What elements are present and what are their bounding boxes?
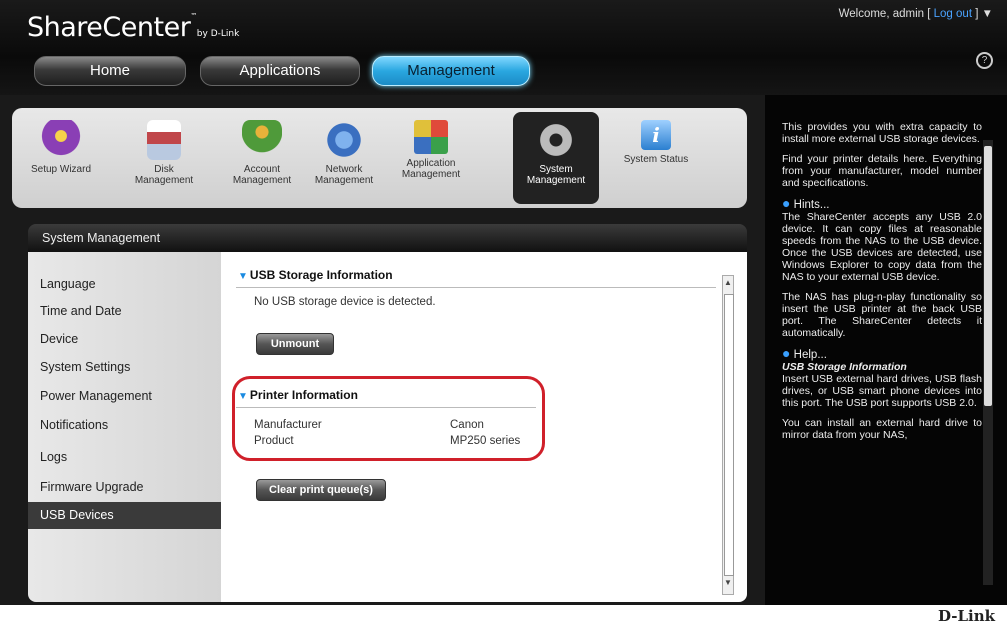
wizard-icon (41, 120, 81, 160)
content-scrollbar[interactable]: ▲ ▼ (722, 275, 734, 595)
network-icon (324, 120, 364, 160)
system-icon (536, 120, 576, 160)
network-management-button[interactable]: Network Management (306, 112, 382, 204)
logo-text: ShareCenter (27, 12, 191, 43)
user-menu-toggle[interactable]: ] ▼ (975, 8, 993, 20)
usb-storage-heading-text: USB Storage Information (249, 268, 393, 282)
scroll-down-icon[interactable]: ▼ (723, 578, 733, 592)
usb-storage-heading[interactable]: ▼ USB Storage Information (238, 268, 393, 282)
management-icon-bar: Setup Wizard Disk Management Account Man… (12, 108, 747, 208)
help-paragraph: The ShareCenter accepts any USB 2.0 devi… (782, 211, 982, 283)
help-panel: This provides you with extra capacity to… (782, 121, 982, 449)
welcome-label: Welcome, admin [ (838, 8, 931, 20)
icon-label: Setup Wizard (30, 164, 92, 175)
menu-item-firmware-upgrade[interactable]: Firmware Upgrade (28, 474, 221, 501)
left-menu: Language Time and Date Device System Set… (28, 252, 221, 602)
hints-title: Hints... (793, 199, 830, 211)
icon-label-2: Management (314, 175, 374, 186)
welcome-text: Welcome, admin [ Log out ] ▼ (839, 8, 993, 20)
help-icon[interactable]: ? (976, 52, 993, 69)
menu-item-system-settings[interactable]: System Settings (28, 354, 221, 381)
scroll-thumb[interactable] (724, 294, 734, 576)
help-title: Help... (793, 349, 827, 361)
menu-item-language[interactable]: Language (28, 271, 221, 298)
sharecenter-logo: ShareCenter™by D-Link (27, 12, 240, 43)
help-scrollbar[interactable] (983, 140, 993, 585)
logout-link[interactable]: Log out (934, 8, 972, 20)
footer: D-Link (0, 605, 1007, 626)
menu-item-time-and-date[interactable]: Time and Date (28, 298, 221, 325)
menu-item-logs[interactable]: Logs (28, 444, 221, 471)
icon-label: Network (325, 164, 363, 175)
bullet-icon: ● (782, 195, 791, 211)
disk-management-button[interactable]: Disk Management (96, 112, 232, 204)
help-scroll-thumb[interactable] (984, 146, 992, 406)
icon-label: Disk (154, 164, 174, 175)
menu-item-notifications[interactable]: Notifications (28, 412, 221, 439)
divider (236, 287, 716, 288)
unmount-button[interactable]: Unmount (256, 333, 334, 355)
tab-applications[interactable]: Applications (200, 56, 360, 86)
icon-label: System (539, 164, 573, 175)
icon-label: Application (406, 158, 456, 169)
clear-print-queue-button[interactable]: Clear print queue(s) (256, 479, 386, 501)
tab-management[interactable]: Management (372, 56, 530, 86)
help-heading: ● Help... (782, 345, 982, 361)
menu-item-power-management[interactable]: Power Management (28, 383, 221, 410)
help-paragraph: This provides you with extra capacity to… (782, 121, 982, 145)
usb-info-title: USB Storage Information (782, 361, 907, 373)
menu-item-usb-devices[interactable]: USB Devices (28, 502, 221, 529)
logo-by-text: by D-Link (196, 29, 240, 39)
highlight-annotation (232, 376, 545, 461)
tab-home[interactable]: Home (34, 56, 186, 86)
account-management-button[interactable]: Account Management (222, 112, 302, 204)
collapse-triangle-icon: ▼ (238, 271, 248, 282)
setup-wizard-button[interactable]: Setup Wizard (26, 112, 96, 204)
icon-label-2: Management (401, 169, 461, 180)
header-bar: ShareCenter™by D-Link Welcome, admin [ L… (0, 0, 1007, 95)
hints-heading: ● Hints... (782, 195, 982, 211)
icon-label-2: Management (232, 175, 292, 186)
help-paragraph: You can install an external hard drive t… (782, 417, 982, 441)
icon-label: System Status (623, 154, 689, 165)
panel-title: System Management (28, 224, 747, 252)
icon-label: Account (243, 164, 281, 175)
bullet-icon: ● (782, 345, 791, 361)
icon-label-2: Management (526, 175, 586, 186)
menu-item-device[interactable]: Device (28, 326, 221, 353)
account-icon (242, 120, 282, 160)
scroll-up-icon[interactable]: ▲ (723, 278, 733, 292)
system-management-button[interactable]: System Management (513, 112, 599, 204)
icon-label-2: Management (134, 175, 194, 186)
help-paragraph: Find your printer details here. Everythi… (782, 153, 982, 189)
application-icon (414, 120, 448, 154)
application-management-button[interactable]: Application Management (390, 112, 472, 204)
disk-icon (147, 120, 181, 160)
usb-status-text: No USB storage device is detected. (254, 296, 436, 308)
help-paragraph: The NAS has plug-n-play functionality so… (782, 291, 982, 339)
dlink-logo: D-Link (937, 607, 995, 625)
help-paragraph: Insert USB external hard drives, USB fla… (782, 373, 982, 409)
info-icon: i (641, 120, 671, 150)
system-status-button[interactable]: i System Status (616, 112, 696, 204)
